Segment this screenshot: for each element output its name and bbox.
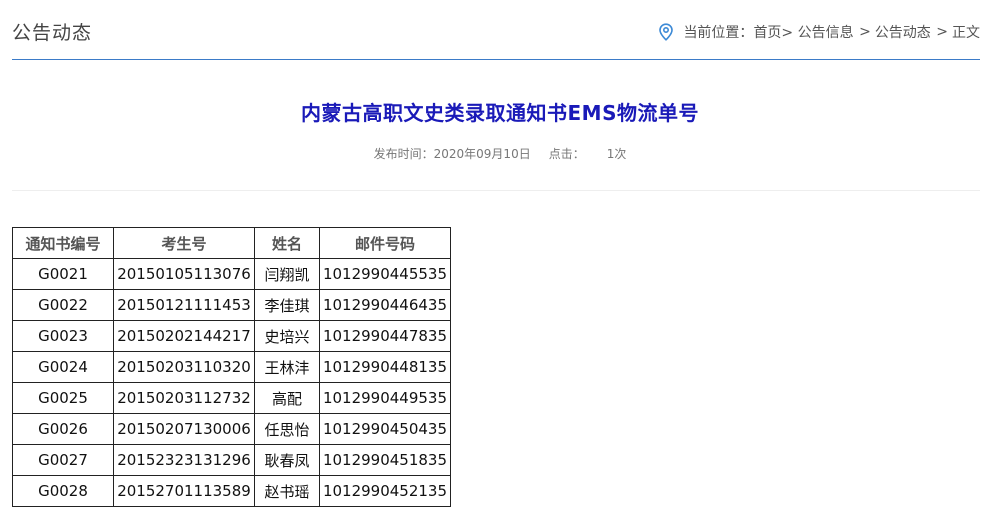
tracking-table: 通知书编号 考生号 姓名 邮件号码 G0021 20150105113076 闫… [12, 227, 451, 507]
breadcrumb: 当前位置： 首页> 公告信息 > 公告动态 > 正文 [658, 22, 980, 42]
exam-id-cell: 20150105113076 [113, 258, 255, 290]
tracking-number-cell: 1012990446435 [319, 289, 451, 321]
column-header: 邮件号码 [319, 227, 451, 259]
name-cell: 闫翔凯 [254, 258, 320, 290]
breadcrumb-separator: > [936, 24, 948, 40]
notice-number-cell: G0025 [12, 382, 114, 414]
exam-id-cell: 20150121111453 [113, 289, 255, 321]
column-header: 考生号 [113, 227, 255, 259]
exam-id-cell: 20152323131296 [113, 444, 255, 476]
article-title: 内蒙古高职文史类录取通知书EMS物流单号 [301, 101, 699, 125]
exam-id-cell: 20152701113589 [113, 475, 255, 507]
clicks-value: 1次 [606, 147, 627, 161]
notice-number-cell: G0023 [12, 320, 114, 352]
breadcrumb-home-link[interactable]: 首页> [753, 22, 793, 42]
breadcrumb-notice-info-link[interactable]: 公告信息 [798, 22, 854, 42]
table-row: G0027 20152323131296 耿春凤 1012990451835 [12, 444, 451, 476]
notice-number-cell: G0027 [12, 444, 114, 476]
table-row: G0028 20152701113589 赵书瑶 1012990452135 [12, 475, 451, 507]
section-title: 公告动态 [12, 22, 93, 44]
article-meta: 发布时间：2020年09月10日 点击： 1次 [0, 145, 1000, 162]
breadcrumb-current: 正文 [952, 25, 980, 41]
tracking-number-cell: 1012990447835 [319, 320, 451, 352]
exam-id-cell: 20150202144217 [113, 320, 255, 352]
tracking-number-cell: 1012990450435 [319, 413, 451, 445]
name-cell: 耿春凤 [254, 444, 320, 476]
tracking-number-cell: 1012990445535 [319, 258, 451, 290]
name-cell: 史培兴 [254, 320, 320, 352]
table-row: G0025 20150203112732 高配 1012990449535 [12, 382, 451, 414]
notice-number-cell: G0028 [12, 475, 114, 507]
tracking-number-cell: 1012990452135 [319, 475, 451, 507]
tracking-number-cell: 1012990448135 [319, 351, 451, 383]
name-cell: 高配 [254, 382, 320, 414]
notice-number-cell: G0021 [12, 258, 114, 290]
divider [12, 190, 980, 191]
clicks-label: 点击： [548, 147, 585, 161]
breadcrumb-location-label: 当前位置： [683, 25, 754, 41]
table-row: G0026 20150207130006 任思怡 1012990450435 [12, 413, 451, 445]
name-cell: 王林沣 [254, 351, 320, 383]
column-header: 通知书编号 [12, 227, 114, 259]
tracking-number-cell: 1012990449535 [319, 382, 451, 414]
notice-number-cell: G0026 [12, 413, 114, 445]
publish-date: 2020年09月10日 [433, 147, 531, 161]
name-cell: 赵书瑶 [254, 475, 320, 507]
table-header-row: 通知书编号 考生号 姓名 邮件号码 [12, 227, 451, 259]
table-row: G0022 20150121111453 李佳琪 1012990446435 [12, 289, 451, 321]
location-pin-icon [659, 23, 674, 41]
table-row: G0023 20150202144217 史培兴 1012990447835 [12, 320, 451, 352]
publish-label: 发布时间： [373, 147, 434, 161]
breadcrumb-notice-news-link[interactable]: 公告动态 [875, 22, 931, 42]
name-cell: 李佳琪 [254, 289, 320, 321]
exam-id-cell: 20150203110320 [113, 351, 255, 383]
notice-number-cell: G0024 [12, 351, 114, 383]
tracking-number-cell: 1012990451835 [319, 444, 451, 476]
exam-id-cell: 20150207130006 [113, 413, 255, 445]
column-header: 姓名 [254, 227, 320, 259]
page: 公告动态 当前位置： 首页> 公告信息 > 公告动态 > 正文 内蒙古高职文史类… [0, 0, 1000, 522]
exam-id-cell: 20150203112732 [113, 382, 255, 414]
table-row: G0024 20150203110320 王林沣 1012990448135 [12, 351, 451, 383]
page-header: 公告动态 当前位置： 首页> 公告信息 > 公告动态 > 正文 [12, 0, 980, 60]
name-cell: 任思怡 [254, 413, 320, 445]
breadcrumb-separator: > [859, 24, 871, 40]
table-row: G0021 20150105113076 闫翔凯 1012990445535 [12, 258, 451, 290]
notice-number-cell: G0022 [12, 289, 114, 321]
